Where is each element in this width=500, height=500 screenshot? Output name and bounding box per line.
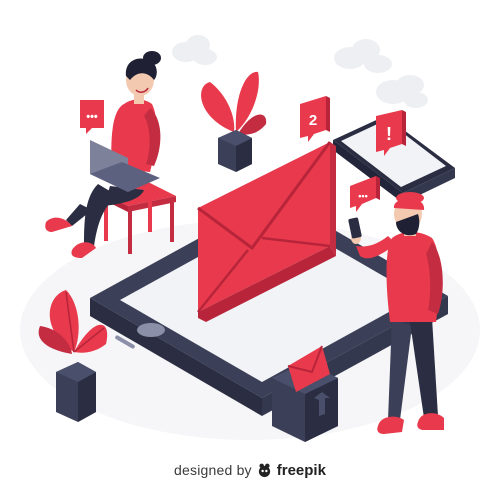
cloud-decoration-right xyxy=(334,39,428,108)
phone-home-button xyxy=(137,323,165,337)
email-illustration-scene: ••• 2 ! ••• xyxy=(20,35,480,442)
attribution-credit: designed by freepik xyxy=(0,458,500,482)
cloud-decoration-left xyxy=(172,35,217,65)
freepik-logo-icon xyxy=(257,463,272,478)
svg-text:2: 2 xyxy=(309,112,317,129)
notification-count-badge: 2 xyxy=(300,96,330,142)
chat-bubble-icon: ••• xyxy=(80,100,104,134)
freepik-brand: freepik xyxy=(276,461,326,479)
message-dots-badge: ••• xyxy=(350,176,380,212)
svg-text:!: ! xyxy=(386,124,392,144)
svg-text:•••: ••• xyxy=(358,191,367,201)
plant-back xyxy=(201,71,267,172)
svg-text:•••: ••• xyxy=(86,111,98,123)
designed-by-label: designed by xyxy=(174,462,252,478)
woman-figure xyxy=(45,51,161,258)
